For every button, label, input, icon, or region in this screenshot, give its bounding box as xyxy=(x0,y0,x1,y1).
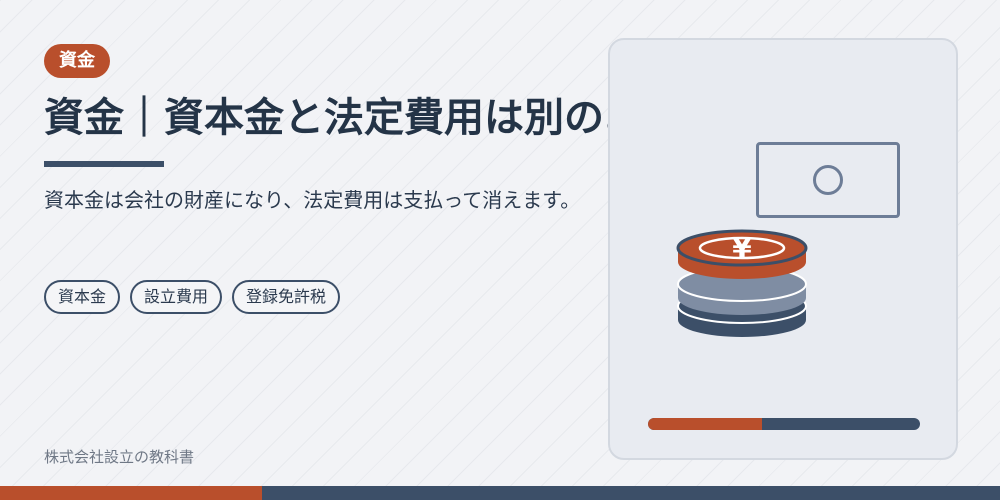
title-underline xyxy=(44,161,164,167)
page-title: 資金｜資本金と法定費用は別のお金 xyxy=(44,95,684,141)
category-badge: 資金 xyxy=(44,44,110,78)
tag-capital: 資本金 xyxy=(44,280,121,314)
description: 資本金は会社の財産になり、法定費用は支払って消えます。 xyxy=(44,188,581,212)
yen-symbol: ¥ xyxy=(732,232,752,265)
tag-setup-cost: 設立費用 xyxy=(130,280,223,314)
banknote-circle xyxy=(813,165,843,195)
site-name: 株式会社設立の教科書 xyxy=(44,448,195,466)
progress-bar xyxy=(648,418,920,430)
footer-accent-bar xyxy=(0,486,262,500)
footer-navy-bar xyxy=(262,486,1000,500)
tag-list: 資本金 設立費用 登録免許税 xyxy=(44,280,341,314)
progress-fill xyxy=(648,418,763,430)
coin-stack-icon: ¥ xyxy=(676,229,808,337)
banknote-icon xyxy=(756,142,900,218)
tag-registration-tax: 登録免許税 xyxy=(232,280,341,314)
